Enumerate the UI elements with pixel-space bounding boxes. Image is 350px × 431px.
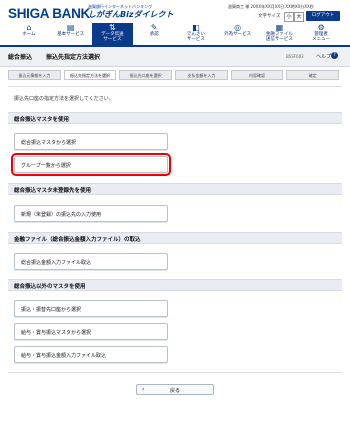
page-category: 総合振込 — [8, 54, 33, 61]
footer-divider — [8, 372, 342, 373]
font-size-label: 文字サイズ — [258, 14, 281, 19]
help-icon[interactable]: ? — [331, 52, 338, 59]
step-5: 内容確認 — [230, 70, 284, 80]
step-1: 振込元情報を入力 — [8, 70, 61, 80]
select-from-group-button[interactable]: グループ一覧から選択 — [11, 153, 171, 176]
data-transfer-icon: ⇅ — [109, 23, 116, 32]
nav-data-transfer[interactable]: ⇅ データ伝送 サービス — [91, 23, 134, 45]
section-other-master: 総合振込以外のマスタを使用 — [8, 279, 342, 291]
step-3: 振込先口座を選択 — [119, 70, 173, 80]
user-info: 滋賀商工 様 20XX年XX月XX日 XX時XX分XX秒 — [228, 4, 314, 9]
foreign-exchange-icon: ◎ — [234, 23, 242, 32]
step-indicator: 振込元情報を入力 振込先指定方法を選択 振込先口座を選択 支払金額を入力 内容確… — [8, 70, 342, 80]
section-file-import: 金融ファイル（総合振込金額入力ファイル）の取込 — [8, 232, 342, 244]
page-title: 振込先指定方法選択 — [46, 54, 101, 61]
import-salary-file-button[interactable]: 給与・賞与振込金額入力ファイル取込 — [14, 346, 168, 363]
content-divider — [8, 86, 342, 87]
home-icon: ⌂ — [26, 23, 32, 32]
densai-icon: ◧ — [192, 23, 200, 32]
font-small-button[interactable]: 小 — [284, 12, 294, 22]
select-transfer-account-button[interactable]: 振込・振替先口座から選択 — [14, 300, 168, 317]
step-4: 支払金額を入力 — [175, 70, 228, 80]
font-large-button[interactable]: 大 — [294, 12, 304, 22]
page-id: BSSF003 — [286, 54, 304, 59]
nav-densai[interactable]: ◧ でんさい サービス — [175, 23, 217, 45]
admin-icon: ⚙ — [317, 23, 325, 32]
nav-approval[interactable]: ✎ 承認 — [133, 23, 175, 45]
logout-button[interactable]: ログアウト — [306, 11, 340, 21]
service-brand: しがぎんBizダイレクト — [88, 10, 174, 19]
instruction-text: 振込先口座の指定方法を選択してください。 — [14, 96, 114, 102]
step-2: 振込先指定方法を選択 — [63, 70, 117, 80]
approval-icon: ✎ — [150, 23, 158, 32]
chevron-left-icon: ‹ — [142, 386, 145, 393]
new-payee-input-button[interactable]: 新規（未登録）の振込先の入力使用 — [14, 205, 168, 222]
file-send-icon: ▦ — [275, 23, 284, 32]
section-unregistered: 総合振込マスタ未登録先を使用 — [8, 183, 342, 195]
nav-foreign-exchange[interactable]: ◎ 外為サービス — [217, 23, 259, 45]
step-6: 確定 — [286, 70, 340, 80]
select-from-master-button[interactable]: 総合振込マスタから選択 — [14, 133, 168, 150]
nav-file-send[interactable]: ▦ 金融ファイル 送信サービス — [259, 23, 301, 45]
document-icon: ▤ — [66, 23, 75, 32]
section-master: 総合振込マスタを使用 — [8, 112, 342, 124]
select-salary-master-button[interactable]: 給与・賞与振込マスタから選択 — [14, 323, 168, 340]
nav-home[interactable]: ⌂ ホーム — [8, 23, 50, 45]
nav-basic-service[interactable]: ▤ 基本サービス — [50, 23, 92, 45]
help-link[interactable]: ヘルプ — [316, 53, 331, 60]
bank-logo: SHIGA BANK — [8, 6, 91, 21]
nav-admin[interactable]: ⚙ 管理者 メニュー — [300, 23, 342, 45]
import-amount-file-button[interactable]: 総合振込金額入力ファイル取込 — [14, 253, 168, 270]
main-nav: ⌂ ホーム ▤ 基本サービス ⇅ データ伝送 サービス ✎ 承認 ◧ でんさい サービス … — [8, 23, 342, 45]
back-button[interactable]: ‹ 戻る — [136, 384, 214, 395]
